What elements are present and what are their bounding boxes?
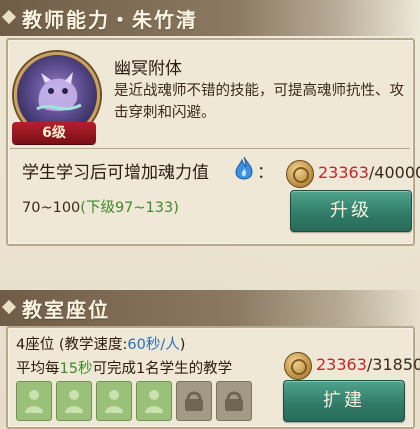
coin-icon xyxy=(284,352,312,380)
cost-current: 23363 xyxy=(318,163,369,182)
seat-unlocked[interactable] xyxy=(56,381,92,421)
expand-cost: 23363/31850 xyxy=(316,355,420,374)
student-icon xyxy=(105,390,123,413)
teaching-speed: 60秒/人 xyxy=(127,337,180,353)
divider xyxy=(10,148,410,149)
seats-suffix: ) xyxy=(179,337,186,353)
teacher-section-title: 教师能力・朱竹清 xyxy=(22,8,198,32)
skill-description: 是近战魂师不错的技能，可提高魂师抗性、攻击穿刺和闪避。 xyxy=(114,83,404,121)
rate-seconds: 15秒 xyxy=(59,361,93,377)
rate-prefix: 平均每 xyxy=(16,361,60,377)
rate-suffix: 可完成1名学生的教学 xyxy=(92,361,233,377)
cost-current: 23363 xyxy=(316,355,367,374)
cost-required: 40000 xyxy=(374,163,420,182)
coin-icon xyxy=(286,160,314,188)
range-current: 70~100 xyxy=(22,200,81,216)
seat-unlocked[interactable] xyxy=(96,381,132,421)
lock-icon xyxy=(225,391,243,411)
classroom-section-header: 教室座位 xyxy=(0,290,420,326)
learn-colon: ： xyxy=(257,163,274,183)
student-icon xyxy=(65,390,83,413)
learn-label: 学生学习后可增加魂力值 xyxy=(22,163,209,183)
purple-beast-icon xyxy=(36,72,82,111)
skill-level-badge: 6级 xyxy=(12,122,96,144)
seats-info: 4座位 (教学速度:60秒/人) xyxy=(16,333,185,354)
diamond-icon xyxy=(1,9,17,25)
cost-required: 31850 xyxy=(372,355,420,374)
expand-button[interactable]: 扩建 xyxy=(283,380,405,422)
student-icon xyxy=(145,390,163,413)
seats-prefix: 4座位 (教学速度: xyxy=(16,337,128,353)
soul-power-range: 70~100(下级97~133) xyxy=(22,196,179,217)
seat-unlocked[interactable] xyxy=(16,381,52,421)
lock-icon xyxy=(185,391,203,411)
seat-locked[interactable] xyxy=(176,381,212,421)
range-next-level: (下级97~133) xyxy=(80,200,179,216)
upgrade-button[interactable]: 升级 xyxy=(290,190,412,232)
upgrade-cost: 23363/40000 xyxy=(318,163,420,182)
seat-locked[interactable] xyxy=(216,381,252,421)
classroom-section-title: 教室座位 xyxy=(22,298,110,322)
skill-name: 幽冥附体 xyxy=(114,59,182,79)
seat-unlocked[interactable] xyxy=(136,381,172,421)
student-icon xyxy=(25,390,43,413)
teacher-section-header: 教师能力・朱竹清 xyxy=(0,0,420,36)
teaching-rate: 平均每15秒可完成1名学生的教学 xyxy=(16,357,232,378)
diamond-icon xyxy=(1,299,17,315)
blue-flame-icon xyxy=(235,156,253,180)
